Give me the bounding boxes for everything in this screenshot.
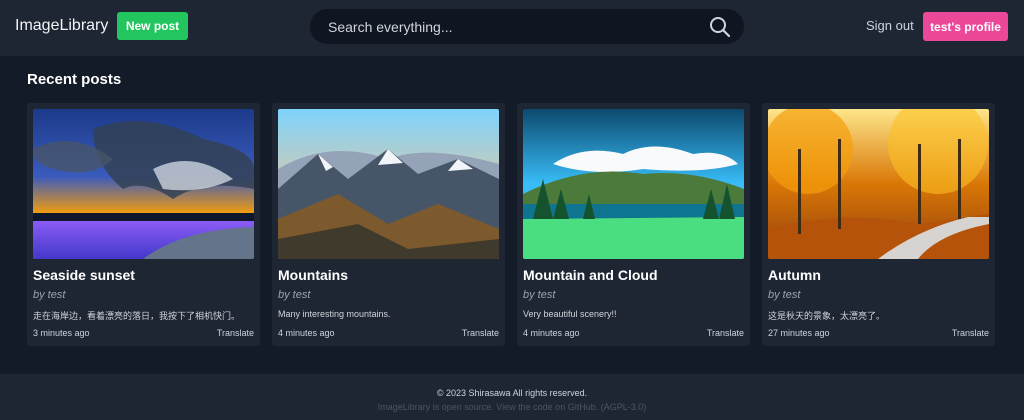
search-bar <box>310 9 744 44</box>
post-description: Many interesting mountains. <box>278 309 391 319</box>
section-title: Recent posts <box>27 71 122 88</box>
top-navbar: ImageLibrary New post Sign out test's pr… <box>0 0 1024 56</box>
footer: © 2023 Shirasawa All rights reserved. Im… <box>0 374 1024 420</box>
new-post-button[interactable]: New post <box>117 12 188 40</box>
post-author[interactable]: by test <box>33 289 65 301</box>
post-image-autumn[interactable] <box>768 109 989 259</box>
footer-source-link[interactable]: ImageLibrary is open source. View the co… <box>0 402 1024 412</box>
sign-out-link[interactable]: Sign out <box>866 18 914 33</box>
post-title[interactable]: Autumn <box>768 267 821 283</box>
post-image-mountains[interactable] <box>278 109 499 259</box>
search-icon[interactable] <box>708 15 732 39</box>
post-card[interactable]: Autumn by test 这是秋天的景象，太漂亮了。 27 minutes … <box>762 103 995 346</box>
profile-button[interactable]: test's profile <box>923 12 1008 41</box>
post-timestamp: 27 minutes ago <box>768 328 830 338</box>
post-description: 走在海岸边，看着漂亮的落日，我按下了相机快门。 <box>33 311 241 321</box>
post-author[interactable]: by test <box>523 289 555 301</box>
translate-link[interactable]: Translate <box>462 328 499 338</box>
post-author[interactable]: by test <box>278 289 310 301</box>
search-input[interactable] <box>328 9 698 44</box>
brand-logo[interactable]: ImageLibrary <box>15 17 108 35</box>
translate-link[interactable]: Translate <box>217 328 254 338</box>
post-card[interactable]: Seaside sunset by test 走在海岸边，看着漂亮的落日，我按下… <box>27 103 260 346</box>
footer-copyright: © 2023 Shirasawa All rights reserved. <box>436 388 588 398</box>
post-description: 这是秋天的景象，太漂亮了。 <box>768 311 886 321</box>
post-timestamp: 4 minutes ago <box>523 328 580 338</box>
post-card[interactable]: Mountain and Cloud by test Very beautifu… <box>517 103 750 346</box>
post-title[interactable]: Mountains <box>278 267 348 283</box>
post-card[interactable]: Mountains by test Many interesting mount… <box>272 103 505 346</box>
post-author[interactable]: by test <box>768 289 800 301</box>
post-description: Very beautiful scenery!! <box>523 309 617 319</box>
translate-link[interactable]: Translate <box>952 328 989 338</box>
post-timestamp: 3 minutes ago <box>33 328 90 338</box>
post-image-mountain-cloud[interactable] <box>523 109 744 259</box>
post-title[interactable]: Mountain and Cloud <box>523 267 658 283</box>
post-title[interactable]: Seaside sunset <box>33 267 135 283</box>
post-timestamp: 4 minutes ago <box>278 328 335 338</box>
translate-link[interactable]: Translate <box>707 328 744 338</box>
post-image-sunset[interactable] <box>33 109 254 259</box>
